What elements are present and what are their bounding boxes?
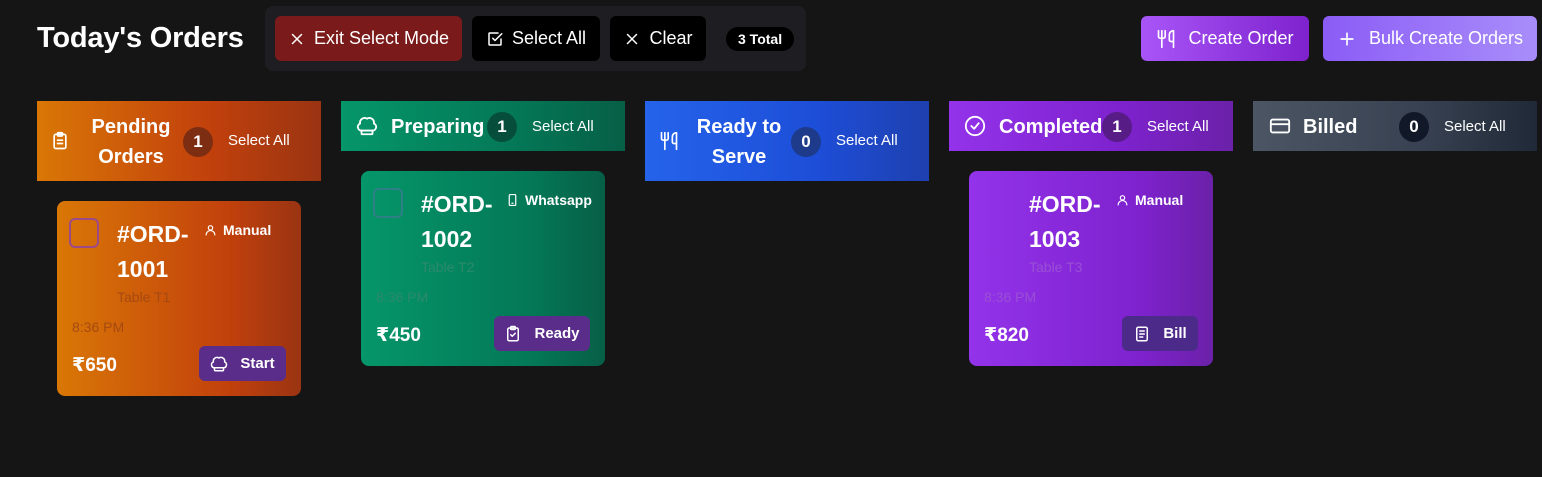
column-title: Billed — [1303, 116, 1358, 138]
order-source: Whatsapp — [506, 192, 592, 208]
column-count-badge: 0 — [791, 127, 821, 157]
column-header-completed: Completed 1 Select All — [949, 101, 1233, 151]
order-id: #ORD-1002 — [421, 191, 493, 252]
order-price: ₹450 — [376, 325, 421, 346]
order-source: Manual — [1116, 192, 1183, 208]
create-order-label: Create Order — [1188, 28, 1294, 48]
clipboard-check-icon — [507, 325, 520, 341]
credit-card-icon — [1269, 118, 1291, 134]
order-table: Table T2 — [421, 259, 475, 275]
clipboard-icon — [53, 131, 67, 150]
order-table: Table T1 — [117, 289, 171, 305]
page-title: Today's Orders — [37, 22, 244, 54]
column-select-all-button[interactable]: Select All — [836, 132, 898, 149]
column-header-preparing: Preparing 1 Select All — [341, 101, 625, 151]
utensils-icon — [660, 131, 678, 151]
receipt-icon — [1136, 326, 1149, 341]
column-title: Ready to Serve — [696, 116, 782, 168]
column-select-all-button[interactable]: Select All — [532, 118, 594, 135]
close-icon — [627, 33, 638, 44]
order-source: Manual — [204, 222, 271, 238]
order-time: 8:36 PM — [984, 289, 1037, 305]
column-count-badge: 0 — [1399, 112, 1429, 142]
column-select-all-button[interactable]: Select All — [228, 132, 290, 149]
order-source-label: Manual — [223, 222, 272, 238]
exit-select-mode-button[interactable]: Exit Select Mode — [275, 16, 462, 61]
phone-icon — [508, 193, 517, 207]
ready-order-button[interactable]: Ready — [494, 316, 590, 351]
order-price: ₹650 — [72, 355, 117, 376]
checkbox-checked-icon — [488, 31, 503, 46]
select-all-label: Select All — [511, 28, 587, 48]
select-all-button[interactable]: Select All — [472, 16, 600, 61]
column-count-badge: 1 — [1102, 112, 1132, 142]
action-label: Start — [240, 355, 275, 372]
close-icon — [291, 33, 303, 44]
select-mode-toolbar: Exit Select Mode Select All Clear 3 Tota… — [265, 6, 806, 71]
column-title: Preparing — [391, 116, 485, 138]
create-order-button[interactable]: Create Order — [1141, 16, 1309, 61]
plus-icon — [1340, 31, 1354, 46]
total-count-badge: 3 Total — [726, 27, 795, 51]
clear-button[interactable]: Clear — [610, 16, 706, 61]
order-id: #ORD-1003 — [1029, 191, 1101, 252]
order-card[interactable]: #ORD-1001 Manual Table T1 8:36 PM ₹650 S… — [57, 201, 301, 396]
order-price: ₹820 — [984, 325, 1029, 346]
column-title: Completed — [999, 116, 1103, 138]
check-circle-icon — [964, 115, 986, 137]
column-header-billed: Billed 0 Select All — [1253, 101, 1537, 151]
order-time: 8:36 PM — [72, 319, 125, 335]
bulk-create-label: Bulk Create Orders — [1368, 28, 1524, 48]
order-card[interactable]: #ORD-1003 Manual Table T3 8:36 PM ₹820 B… — [969, 171, 1213, 366]
order-table: Table T3 — [1029, 259, 1083, 275]
column-header-ready: Ready to Serve 0 Select All — [645, 101, 929, 181]
column-title: Pending Orders — [91, 116, 171, 168]
order-source-label: Manual — [1135, 192, 1184, 208]
column-count-badge: 1 — [487, 112, 517, 142]
user-icon — [205, 225, 216, 236]
order-id: #ORD-1001 — [117, 221, 189, 282]
exit-select-mode-label: Exit Select Mode — [313, 28, 450, 48]
bulk-create-orders-button[interactable]: Bulk Create Orders — [1323, 16, 1537, 61]
column-count-badge: 1 — [183, 127, 213, 157]
column-header-pending: Pending Orders 1 Select All — [37, 101, 321, 181]
action-label: Bill — [1163, 325, 1187, 342]
column-select-all-button[interactable]: Select All — [1444, 118, 1506, 135]
chef-hat-icon — [356, 117, 378, 136]
action-label: Ready — [534, 325, 580, 342]
order-select-checkbox[interactable] — [373, 188, 403, 218]
column-select-all-button[interactable]: Select All — [1147, 118, 1209, 135]
order-time: 8:36 PM — [376, 289, 429, 305]
order-card[interactable]: #ORD-1002 Whatsapp Table T2 8:36 PM ₹450… — [361, 171, 605, 366]
order-source-label: Whatsapp — [525, 192, 592, 208]
bill-order-button[interactable]: Bill — [1122, 316, 1198, 351]
order-select-checkbox[interactable] — [69, 218, 99, 248]
chef-hat-icon — [211, 356, 228, 371]
clear-label: Clear — [649, 28, 693, 48]
start-order-button[interactable]: Start — [199, 346, 286, 381]
utensils-icon — [1158, 29, 1175, 48]
user-icon — [1117, 195, 1128, 206]
